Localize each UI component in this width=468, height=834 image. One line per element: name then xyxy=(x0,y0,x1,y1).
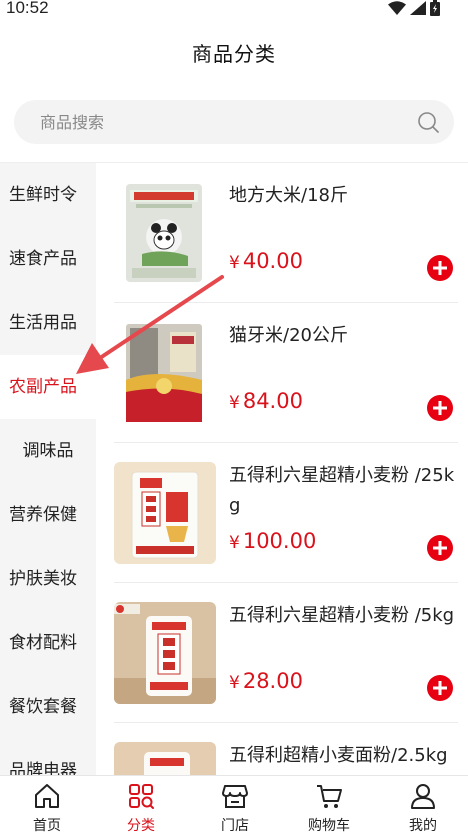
currency-symbol: ¥ xyxy=(229,673,240,693)
status-time: 10:52 xyxy=(6,0,49,17)
product-card[interactable]: 五得利六星超精小麦粉 /5kg ¥28.00 xyxy=(96,583,468,723)
sidebar-item-seasonings[interactable]: 调味品 xyxy=(0,419,96,483)
tab-label: 我的 xyxy=(409,818,437,834)
product-card[interactable]: 五得利超精小麦面粉/2.5kg xyxy=(96,723,468,775)
tab-label: 购物车 xyxy=(308,818,350,834)
signal-icon xyxy=(410,1,426,15)
cart-icon xyxy=(317,785,342,808)
product-card[interactable]: 地方大米/18斤 ¥40.00 xyxy=(96,163,468,303)
product-image-flour[interactable] xyxy=(114,462,216,564)
product-price: ¥28.00 xyxy=(229,669,303,693)
add-to-cart-button[interactable] xyxy=(427,675,453,701)
product-image-flour[interactable] xyxy=(114,742,216,775)
sidebar-item-health[interactable]: 营养保健 xyxy=(0,483,96,547)
product-card[interactable]: 猫牙米/20公斤 ¥84.00 xyxy=(96,303,468,443)
category-icon xyxy=(129,784,154,809)
product-name[interactable]: 猫牙米/20公斤 xyxy=(229,321,461,351)
price-value: 28.00 xyxy=(242,669,303,693)
product-price: ¥84.00 xyxy=(229,389,303,413)
wifi-icon xyxy=(388,1,406,15)
price-value: 40.00 xyxy=(242,249,303,273)
tab-category[interactable]: 分类 xyxy=(94,776,188,834)
price-value: 100.00 xyxy=(242,529,317,553)
product-name[interactable]: 五得利六星超精小麦粉 /5kg xyxy=(229,601,461,631)
currency-symbol: ¥ xyxy=(229,533,240,553)
tab-label: 门店 xyxy=(221,818,249,834)
sidebar-item-farm-products[interactable]: 农副产品 xyxy=(0,355,96,419)
product-name[interactable]: 地方大米/18斤 xyxy=(229,181,461,211)
tab-label: 首页 xyxy=(33,818,61,834)
tab-label: 分类 xyxy=(127,818,155,834)
battery-icon xyxy=(430,0,440,16)
sidebar-item-daily-goods[interactable]: 生活用品 xyxy=(0,291,96,355)
product-name[interactable]: 五得利超精小麦面粉/2.5kg xyxy=(229,741,461,771)
home-icon xyxy=(35,784,59,808)
status-bar: 10:52 xyxy=(0,0,468,22)
search-icon[interactable] xyxy=(416,110,440,134)
add-to-cart-button[interactable] xyxy=(427,395,453,421)
search-input[interactable] xyxy=(14,100,454,144)
sidebar-item-fresh[interactable]: 生鲜时令 xyxy=(0,163,96,227)
bottom-tab-bar: 首页 分类 门店 购物车 我的 xyxy=(0,775,468,834)
add-to-cart-button[interactable] xyxy=(427,535,453,561)
user-icon xyxy=(411,784,435,809)
product-image-flour[interactable] xyxy=(114,602,216,704)
store-icon xyxy=(222,785,248,808)
tab-cart[interactable]: 购物车 xyxy=(282,776,376,834)
sidebar-item-beauty[interactable]: 护肤美妆 xyxy=(0,547,96,611)
sidebar-item-instant-food[interactable]: 速食产品 xyxy=(0,227,96,291)
sidebar-item-meal-sets[interactable]: 餐饮套餐 xyxy=(0,675,96,739)
add-to-cart-button[interactable] xyxy=(427,255,453,281)
search-bar[interactable] xyxy=(14,100,454,144)
product-card[interactable]: 五得利六星超精小麦粉 /25kg ¥100.00 xyxy=(96,443,468,583)
status-icons xyxy=(388,0,440,16)
tab-profile[interactable]: 我的 xyxy=(376,776,468,834)
product-name[interactable]: 五得利六星超精小麦粉 /25kg xyxy=(229,461,461,521)
sidebar-item-ingredients[interactable]: 食材配料 xyxy=(0,611,96,675)
currency-symbol: ¥ xyxy=(229,253,240,273)
product-image-rice[interactable] xyxy=(114,182,216,284)
tab-store[interactable]: 门店 xyxy=(188,776,282,834)
product-list: 地方大米/18斤 ¥40.00 猫牙米/20公斤 ¥84.00 五得利六星超精小… xyxy=(96,163,468,775)
tab-home[interactable]: 首页 xyxy=(0,776,94,834)
price-value: 84.00 xyxy=(242,389,303,413)
currency-symbol: ¥ xyxy=(229,393,240,413)
title-bar: 商品分类 xyxy=(0,22,468,82)
product-image-rice[interactable] xyxy=(114,322,216,424)
product-price: ¥100.00 xyxy=(229,529,316,553)
sidebar-item-appliances[interactable]: 品牌电器 xyxy=(0,739,96,775)
page-title: 商品分类 xyxy=(192,41,276,66)
category-sidebar: 生鲜时令 速食产品 生活用品 农副产品 调味品 营养保健 护肤美妆 食材配料 餐… xyxy=(0,163,96,775)
product-price: ¥40.00 xyxy=(229,249,303,273)
